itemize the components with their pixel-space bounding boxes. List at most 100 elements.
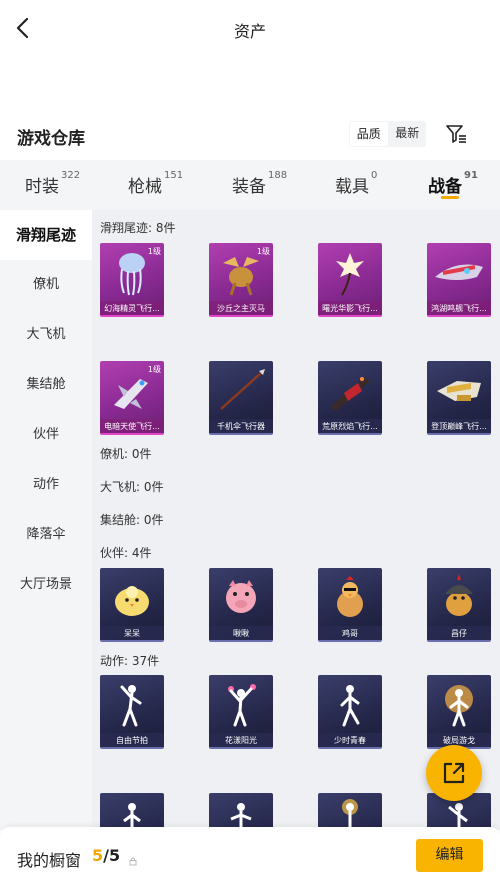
- sidebar-item-glide-trail[interactable]: 滑翔尾迹: [0, 210, 92, 260]
- item-name: 花漾阳光: [209, 733, 273, 747]
- group-header-emote: 动作: 37件: [100, 654, 160, 668]
- group-header-glide-trail: 滑翔尾迹: 8件: [100, 221, 176, 235]
- item-name: 电暗天使飞行...: [100, 419, 164, 433]
- item-name: 少时青春: [318, 733, 382, 747]
- level-badge: 1级: [256, 247, 270, 256]
- sidebar-item-parachute[interactable]: 降落伞: [0, 510, 92, 560]
- item-name: 登顶巅峰飞行...: [427, 419, 491, 433]
- item-card[interactable]: 千机伞飞行器: [209, 361, 273, 435]
- item-name: 啾啾: [209, 626, 273, 640]
- item-name: 沙丘之主灭马: [209, 301, 273, 315]
- pink-pig-icon: [209, 568, 273, 626]
- stride-icon: [318, 675, 382, 733]
- tab-label: 时装: [25, 177, 59, 197]
- item-name: 曙光华影飞行...: [318, 301, 382, 315]
- tab-vehicles[interactable]: 载具0: [335, 170, 378, 197]
- tab-label: 载具: [335, 177, 369, 197]
- tab-label: 战备: [428, 177, 462, 197]
- spear-icon: [209, 361, 273, 419]
- item-name: 呆呆: [100, 626, 164, 640]
- emote-figure-icon: [318, 793, 382, 830]
- item-name: 鸡哥: [318, 626, 382, 640]
- flower-icon: [318, 243, 382, 301]
- item-grid-area: 滑翔尾迹: 8件 1级 幻海精灵飞行... 1级 沙丘之主灭马 曙光华影飞行..…: [92, 210, 500, 830]
- item-name: 千机伞飞行器: [209, 419, 273, 433]
- item-card[interactable]: 少时青春: [318, 675, 382, 749]
- tab-count: 188: [268, 170, 288, 181]
- spaceship-icon: [427, 243, 491, 301]
- item-card[interactable]: [100, 793, 164, 830]
- app-root: 资产 游戏仓库 品质 最新 时装322 枪械151 装备188 载具0 战备91…: [0, 0, 500, 885]
- sidebar-item-big-plane[interactable]: 大飞机: [0, 310, 92, 360]
- rooster-icon: [318, 568, 382, 626]
- sort-latest-button[interactable]: 最新: [389, 121, 427, 147]
- active-tab-indicator: [441, 196, 459, 199]
- item-card[interactable]: 荒原烈焰飞行...: [318, 361, 382, 435]
- sort-quality-button[interactable]: 品质: [350, 122, 388, 146]
- item-card[interactable]: 自由节拍: [100, 675, 164, 749]
- tab-count: 322: [61, 170, 81, 181]
- tab-equipment[interactable]: 装备188: [232, 170, 288, 197]
- item-card[interactable]: [318, 793, 382, 830]
- item-card[interactable]: 花漾阳光: [209, 675, 273, 749]
- item-card[interactable]: 啾啾: [209, 568, 273, 642]
- top-bar: 资产: [0, 0, 500, 60]
- tab-count: 91: [464, 170, 478, 181]
- item-name: 鸿湖鸣舰飞行...: [427, 301, 491, 315]
- showcase-count: 5/5: [92, 846, 120, 865]
- sidebar-item-wingman[interactable]: 僚机: [0, 260, 92, 310]
- emote-figure-icon: [209, 793, 273, 830]
- burst-icon: [427, 675, 491, 733]
- item-card[interactable]: 1级 幻海精灵飞行...: [100, 243, 164, 317]
- group-header-rally-pod: 集结舱: 0件: [100, 513, 164, 527]
- group-header-wingman: 僚机: 0件: [100, 447, 152, 461]
- level-badge: 1级: [147, 247, 161, 256]
- showcase-current: 5: [92, 846, 104, 865]
- helmet-chick-icon: [427, 568, 491, 626]
- share-icon: [443, 762, 465, 784]
- tab-label: 装备: [232, 177, 266, 197]
- item-card[interactable]: 曙光华影飞行...: [318, 243, 382, 317]
- group-header-big-plane: 大飞机: 0件: [100, 480, 164, 494]
- sidebar-item-companion[interactable]: 伙伴: [0, 410, 92, 460]
- gold-ship-icon: [427, 361, 491, 419]
- sub-category-sidebar: 滑翔尾迹 僚机 大飞机 集结舱 伙伴 动作 降落伞 大厅场景: [0, 210, 92, 830]
- item-card[interactable]: [209, 793, 273, 830]
- item-card[interactable]: 1级 沙丘之主灭马: [209, 243, 273, 317]
- tab-combat-gear[interactable]: 战备91: [428, 170, 478, 197]
- yellow-chick-icon: [100, 568, 164, 626]
- showcase-total: /5: [103, 846, 121, 865]
- tab-count: 151: [164, 170, 184, 181]
- item-name: 幻海精灵飞行...: [100, 301, 164, 315]
- group-header-companion: 伙伴: 4件: [100, 546, 152, 560]
- item-name: 昌仔: [427, 626, 491, 640]
- tab-fashion[interactable]: 时装322: [25, 170, 81, 197]
- filter-icon[interactable]: [444, 122, 468, 146]
- sidebar-item-emote[interactable]: 动作: [0, 460, 92, 510]
- sort-toggle: 品质 最新: [349, 121, 426, 147]
- sidebar-item-rally-pod[interactable]: 集结舱: [0, 360, 92, 410]
- edit-button[interactable]: 编辑: [416, 839, 483, 872]
- item-card[interactable]: 1级 电暗天使飞行...: [100, 361, 164, 435]
- item-card[interactable]: 鸡哥: [318, 568, 382, 642]
- share-button[interactable]: [426, 745, 482, 801]
- warehouse-title: 游戏仓库: [17, 129, 85, 149]
- showcase-label: 我的橱窗: [17, 851, 82, 870]
- item-card[interactable]: 鸿湖鸣舰飞行...: [427, 243, 491, 317]
- item-card[interactable]: 昌仔: [427, 568, 491, 642]
- tab-count: 0: [371, 170, 378, 181]
- cheer-icon: [209, 675, 273, 733]
- tab-label: 枪械: [128, 177, 162, 197]
- item-card[interactable]: 呆呆: [100, 568, 164, 642]
- sidebar-item-lobby-scene[interactable]: 大厅场景: [0, 560, 92, 610]
- item-name: 荒原烈焰飞行...: [318, 419, 382, 433]
- item-name: 自由节拍: [100, 733, 164, 747]
- tab-firearms[interactable]: 枪械151: [128, 170, 184, 197]
- gun-glider-icon: [318, 361, 382, 419]
- lock-icon: [128, 851, 138, 866]
- emote-figure-icon: [100, 793, 164, 830]
- level-badge: 1级: [147, 365, 161, 374]
- item-card[interactable]: 登顶巅峰飞行...: [427, 361, 491, 435]
- category-tabs: 时装322 枪械151 装备188 载具0 战备91: [0, 160, 500, 210]
- item-card[interactable]: 破局游戈: [427, 675, 491, 749]
